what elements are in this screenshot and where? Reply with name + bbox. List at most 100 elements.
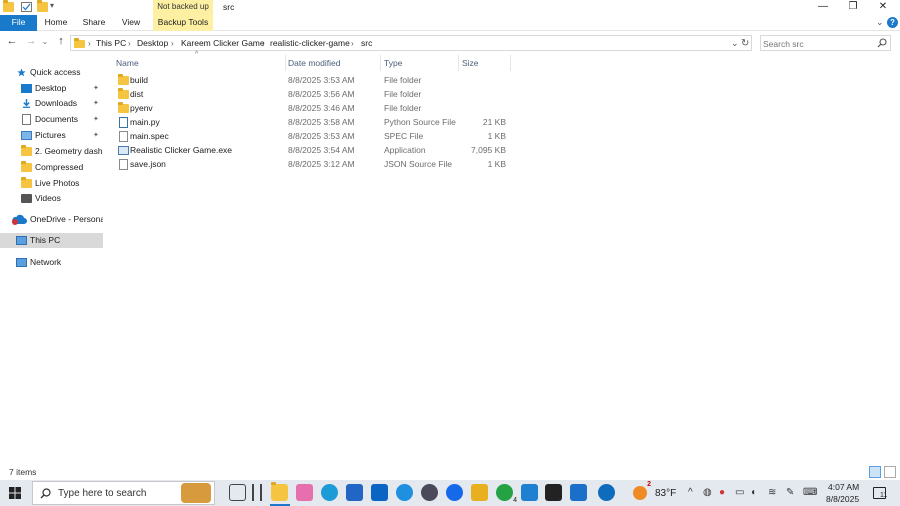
browser-icon[interactable] [296, 484, 313, 501]
sidebar-item-documents[interactable]: Documents ✦ [0, 112, 103, 127]
whatsapp-icon[interactable]: 4 [496, 484, 517, 504]
store-icon[interactable] [346, 484, 363, 501]
restore-button[interactable]: ❐ [838, 0, 868, 15]
tab-file[interactable]: File [0, 15, 37, 31]
file-row-main-py[interactable]: main.py 8/8/2025 3:58 AM Python Source F… [114, 116, 514, 130]
sidebar-item-videos[interactable]: Videos [0, 191, 103, 206]
file-row-main-spec[interactable]: main.spec 8/8/2025 3:53 AM SPEC File 1 K… [114, 130, 514, 144]
details-view-icon[interactable] [869, 466, 881, 478]
clock-date[interactable]: 8/8/2025 [826, 494, 859, 504]
clock-time[interactable]: 4:07 AM [828, 482, 859, 492]
sidebar-item-desktop[interactable]: Desktop ✦ [0, 81, 103, 96]
title-bar: ▾ Not backed up src — ❐ ✕ [0, 0, 900, 15]
large-icons-view-icon[interactable] [884, 466, 896, 478]
help-icon[interactable]: ? [887, 17, 898, 28]
whatsapp-badge: 4 [513, 497, 517, 504]
column-divider[interactable] [458, 55, 459, 71]
file-row-realistic-clicker-game-exe[interactable]: Realistic Clicker Game.exe 8/8/2025 3:54… [114, 144, 514, 158]
edge-icon[interactable] [321, 484, 338, 501]
tab-share[interactable]: Share [78, 15, 110, 31]
breadcrumb-src[interactable]: src [361, 37, 372, 50]
sidebar-item-network[interactable]: Network [0, 255, 103, 270]
column-divider[interactable] [285, 55, 286, 71]
recent-locations-button[interactable]: ⌄ [38, 35, 52, 49]
vscode-icon[interactable] [521, 484, 538, 501]
sidebar-item-geometry-dash[interactable]: 2. Geometry dash b [0, 144, 103, 159]
sidebar-item-pictures[interactable]: Pictures ✦ [0, 128, 103, 143]
breadcrumb-separator[interactable]: › [128, 37, 131, 50]
keyboard-icon[interactable]: ⌨ [803, 487, 817, 498]
file-explorer-icon[interactable] [271, 482, 288, 501]
search-icon [877, 38, 887, 48]
notification-center-icon[interactable]: 11 [873, 487, 887, 499]
address-bar[interactable]: › This PC › Desktop › Kareem Clicker Gam… [70, 35, 752, 51]
breadcrumb-this-pc[interactable]: This PC [96, 37, 126, 50]
sidebar-item-onedrive[interactable]: OneDrive - Personal [0, 212, 103, 227]
picture-icon [21, 131, 32, 140]
downloader-icon[interactable] [396, 484, 413, 501]
weather-temperature[interactable]: 83°F [655, 488, 676, 499]
search-box[interactable] [760, 35, 891, 51]
widgets-icon[interactable] [252, 484, 262, 501]
sidebar-item-this-pc[interactable]: This PC [0, 233, 103, 248]
address-dropdown-icon[interactable]: ⌄ [731, 37, 739, 50]
paint-icon[interactable] [570, 484, 587, 501]
tab-view[interactable]: View [115, 15, 147, 31]
volume-icon[interactable]: ◖ [750, 487, 756, 498]
breadcrumb-desktop[interactable]: Desktop [137, 37, 168, 50]
wifi-icon[interactable]: ≋ [768, 487, 776, 498]
column-header-type[interactable]: Type [384, 57, 402, 71]
settings-app-icon[interactable] [421, 484, 438, 501]
file-row-pyenv[interactable]: pyenv 8/8/2025 3:46 AM File folder [114, 102, 514, 116]
minimize-button[interactable]: — [808, 0, 838, 15]
tab-backup-tools[interactable]: Backup Tools [153, 15, 213, 31]
ribbon-collapse-icon[interactable]: ⌄ [876, 17, 884, 28]
ribbon-tabs: File Home Share View Backup Tools ⌄ [0, 15, 900, 31]
new-folder-icon[interactable] [37, 0, 48, 12]
column-header-size[interactable]: Size [462, 57, 479, 71]
sidebar-item-live-photos[interactable]: Live Photos [0, 176, 103, 191]
up-button[interactable]: ↑ [54, 35, 68, 49]
zoom-icon[interactable] [446, 484, 463, 501]
terminal-icon[interactable] [545, 484, 562, 501]
notes-icon[interactable] [471, 484, 488, 501]
column-divider[interactable] [510, 55, 511, 71]
breadcrumb-realistic-clicker-game[interactable]: realistic-clicker-game [270, 37, 350, 50]
column-header-date-modified[interactable]: Date modified [288, 57, 340, 71]
tab-home[interactable]: Home [40, 15, 72, 31]
breadcrumb-kareem-clicker-game[interactable]: Kareem Clicker Game [181, 37, 265, 50]
tray-app-icon[interactable]: ◍ [703, 487, 712, 498]
properties-icon[interactable] [21, 2, 32, 12]
forward-button[interactable]: → [24, 35, 38, 49]
windows-start-icon[interactable] [9, 487, 21, 499]
column-header-name[interactable]: Name [116, 57, 139, 71]
pen-icon[interactable]: ✎ [786, 487, 794, 498]
breadcrumb-separator[interactable]: › [171, 37, 174, 50]
breadcrumb-separator[interactable]: › [88, 37, 91, 50]
sidebar-item-quick-access[interactable]: Quick access [0, 65, 103, 80]
back-button[interactable]: ← [5, 35, 19, 49]
refresh-icon[interactable]: ↻ [741, 37, 749, 50]
battery-icon[interactable]: ▭ [735, 487, 744, 498]
task-view-icon[interactable] [229, 484, 246, 501]
exe-icon [118, 146, 129, 155]
weather-icon[interactable]: 2 [633, 481, 651, 500]
outlook-icon[interactable] [371, 484, 388, 501]
taskbar-search-placeholder: Type here to search [58, 488, 147, 499]
file-row-dist[interactable]: dist 8/8/2025 3:56 AM File folder [114, 88, 514, 102]
help-app-icon[interactable] [598, 484, 615, 501]
show-hidden-icons-button[interactable]: ^ [688, 487, 693, 498]
breadcrumb-separator[interactable]: › [351, 37, 354, 50]
column-divider[interactable] [380, 55, 381, 71]
taskbar-search-box[interactable]: Type here to search [32, 481, 215, 505]
file-row-build[interactable]: build 8/8/2025 3:53 AM File folder [114, 74, 514, 88]
file-row-save-json[interactable]: save.json 8/8/2025 3:12 AM JSON Source F… [114, 158, 514, 172]
sidebar-item-compressed[interactable]: Compressed [0, 160, 103, 175]
sidebar-item-downloads[interactable]: Downloads ✦ [0, 96, 103, 111]
breadcrumb-separator[interactable]: › [262, 37, 265, 50]
close-button[interactable]: ✕ [868, 0, 898, 15]
onedrive-tray-icon[interactable]: ● [719, 487, 725, 498]
search-input[interactable] [763, 37, 873, 50]
customize-quick-access-icon[interactable]: ▾ [50, 1, 54, 10]
folder-icon [118, 88, 129, 99]
